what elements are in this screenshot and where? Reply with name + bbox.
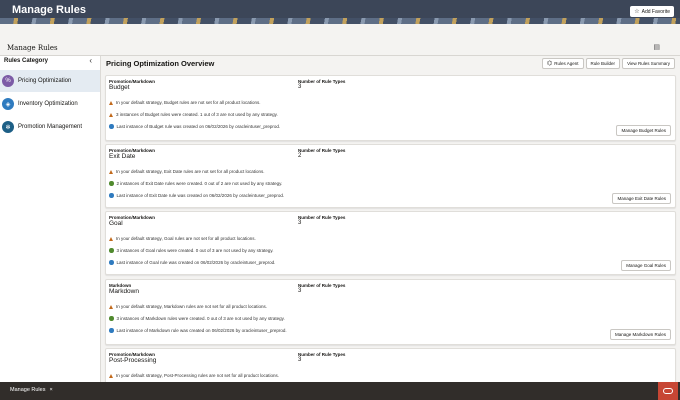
card-status-line: Last instance of Budget rule was created… [109, 124, 280, 129]
footer-tab-label: Manage Rules [10, 387, 46, 393]
status-text: Last instance of Goal rule was created o… [116, 260, 276, 265]
success-icon [109, 181, 114, 186]
rules-agent-label: Rules Agent [554, 61, 579, 66]
status-text: In your default strategy, Goal rules are… [116, 236, 256, 241]
layout-toggle-icon[interactable]: ▤ [653, 43, 660, 51]
status-text: In your default strategy, Markdown rules… [116, 304, 267, 309]
card-status-line: 2 instances of Exit Date rules were crea… [109, 181, 282, 186]
card-status-line: In your default strategy, Goal rules are… [109, 236, 256, 241]
info-icon [109, 260, 114, 265]
status-text: 3 instances of Markdown rules were creat… [116, 316, 285, 321]
rules-agent-button[interactable]: ⌬ Rules Agent [542, 58, 584, 69]
status-text: Last instance of Markdown rule was creat… [116, 328, 287, 333]
rules-category-header: Rules Category [4, 58, 49, 64]
card-rule-types-count: 3 [298, 288, 302, 294]
footer-tab-manage-rules[interactable]: Manage Rules × [10, 387, 53, 393]
manage-budget-rules-button[interactable]: Manage Budget Rules [616, 125, 671, 136]
warning-icon [109, 373, 113, 378]
star-icon: ☆ [634, 9, 640, 15]
footer-taskbar: Manage Rules × [0, 382, 680, 400]
promotion-gear-icon: ✻ [2, 121, 14, 133]
add-favorite-button[interactable]: ☆ Add Favorite [630, 6, 674, 17]
sidebar-item-label: Pricing Optimization [18, 78, 72, 84]
warning-icon [109, 169, 113, 174]
card-rule-name: Goal [109, 220, 123, 227]
price-tag-icon: % [2, 75, 14, 87]
page-header: Manage Rules ▤ [0, 36, 680, 56]
card-status-line: Last instance of Markdown rule was creat… [109, 328, 287, 333]
status-text: 2 instances of Exit Date rules were crea… [116, 181, 283, 186]
view-rules-summary-button[interactable]: View Rules Summary [622, 58, 675, 69]
card-rule-types-count: 3 [298, 220, 302, 226]
overview-toolbar: ⌬ Rules Agent Rule Builder View Rules Su… [542, 58, 675, 69]
manage-markdown-rules-button[interactable]: Manage Markdown Rules [609, 329, 671, 340]
overview-title: Pricing Optimization Overview [106, 59, 215, 68]
card-status-line: 3 instances of Budget rules were created… [109, 112, 278, 117]
info-icon [109, 328, 114, 333]
card-status-line: In your default strategy, Budget rules a… [109, 100, 261, 105]
card-status-line: 3 instances of Markdown rules were creat… [109, 316, 285, 321]
page-header-divider [0, 55, 680, 56]
info-icon [109, 193, 114, 198]
status-text: In your default strategy, Post-Processin… [116, 373, 279, 378]
oracle-o-icon [663, 388, 673, 394]
warning-icon [109, 304, 113, 309]
success-icon [109, 248, 114, 253]
card-status-line: Last instance of Goal rule was created o… [109, 260, 275, 265]
card-rule-types-label: Number of Rule Types [298, 352, 346, 357]
card-status-line: In your default strategy, Post-Processin… [109, 373, 279, 378]
banner-pattern [0, 18, 680, 24]
info-icon [109, 124, 114, 129]
manage-goal-rules-button[interactable]: Manage Goal Rules [621, 260, 671, 271]
warning-icon [109, 236, 113, 241]
card-rule-types-count: 3 [298, 84, 302, 90]
card-rule-name: Markdown [109, 288, 139, 295]
card-rule-name: Post-Processing [109, 357, 157, 364]
card-status-line: Last instance of Exit Date rule was crea… [109, 193, 284, 198]
rule-builder-button[interactable]: Rule Builder [585, 58, 621, 69]
app-title: Manage Rules [12, 4, 86, 16]
status-text: Last instance of Exit Date rule was crea… [116, 193, 285, 198]
app-banner: Manage Rules ☆ Add Favorite [0, 0, 680, 24]
card-status-line: 3 instances of Goal rules were created. … [109, 248, 274, 253]
sidebar-item-inventory-optimization[interactable]: ◈ Inventory Optimization [0, 93, 100, 115]
oracle-logo[interactable] [658, 382, 678, 400]
close-icon[interactable]: × [49, 387, 52, 393]
inventory-icon: ◈ [2, 98, 14, 110]
rule-card-budget: Promotion/Markdown Budget Number of Rule… [105, 75, 676, 141]
rules-category-panel: Rules Category ‹ % Pricing Optimization … [0, 56, 101, 382]
card-status-line: In your default strategy, Markdown rules… [109, 304, 267, 309]
sidebar-item-label: Promotion Management [18, 124, 83, 130]
card-rule-name: Budget [109, 84, 130, 91]
warning-icon [109, 112, 113, 117]
rule-card-exit-date: Promotion/Markdown Exit Date Number of R… [105, 144, 676, 208]
status-text: In your default strategy, Budget rules a… [116, 100, 261, 105]
card-rule-types-label: Number of Rule Types [298, 79, 346, 84]
manage-exit-date-rules-button[interactable]: Manage Exit Date Rules [612, 193, 671, 204]
status-text: In your default strategy, Exit Date rule… [116, 169, 265, 174]
sidebar-item-label: Inventory Optimization [18, 101, 78, 107]
status-text: 3 instances of Budget rules were created… [116, 112, 278, 117]
card-rule-types-label: Number of Rule Types [298, 283, 346, 288]
collapse-panel-icon[interactable]: ‹ [89, 56, 92, 65]
success-icon [109, 316, 114, 321]
card-rule-name: Exit Date [109, 153, 136, 160]
rule-card-markdown: Markdown Markdown Number of Rule Types 3… [105, 279, 676, 345]
card-rule-types-count: 2 [298, 153, 302, 159]
card-rule-types-label: Number of Rule Types [298, 148, 346, 153]
add-favorite-label: Add Favorite [641, 8, 670, 15]
page-title: Manage Rules [7, 44, 58, 52]
sidebar-item-promotion-management[interactable]: ✻ Promotion Management [0, 116, 100, 138]
card-rule-types-label: Number of Rule Types [298, 215, 346, 220]
status-text: Last instance of Budget rule was created… [116, 124, 281, 129]
card-rule-types-count: 3 [298, 357, 302, 363]
sidebar-item-pricing-optimization[interactable]: % Pricing Optimization [0, 70, 100, 92]
agent-icon: ⌬ [547, 61, 553, 67]
rule-card-goal: Promotion/Markdown Goal Number of Rule T… [105, 211, 676, 275]
status-text: 3 instances of Goal rules were created. … [116, 248, 274, 253]
warning-icon [109, 100, 113, 105]
card-status-line: In your default strategy, Exit Date rule… [109, 169, 265, 174]
